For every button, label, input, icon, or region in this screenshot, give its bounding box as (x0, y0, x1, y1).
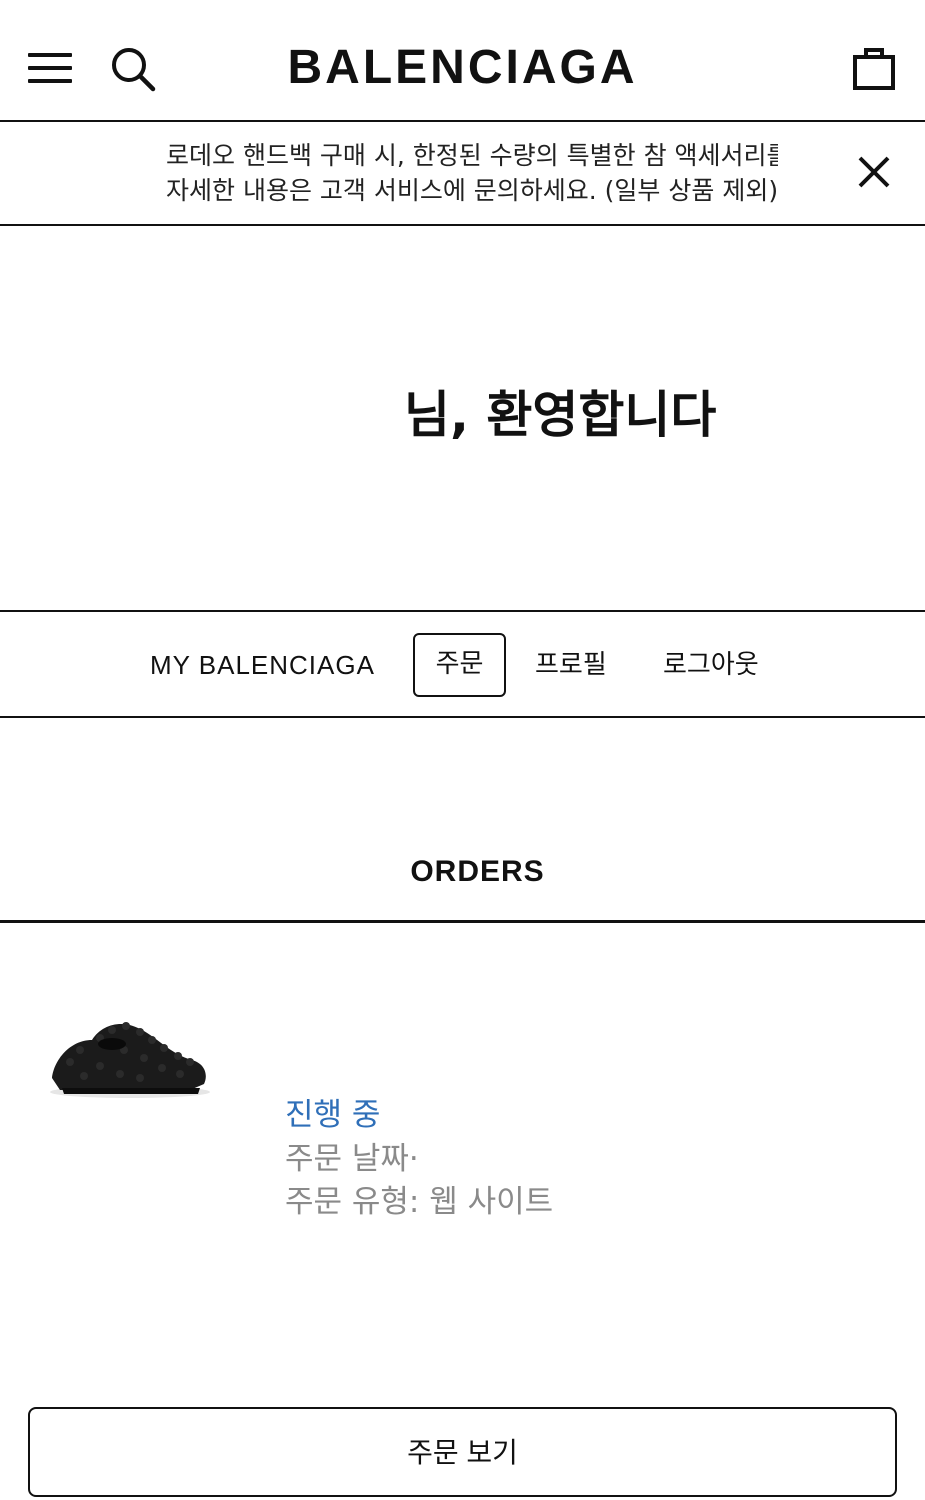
my-balenciaga-label[interactable]: MY BALENCIAGA (150, 646, 375, 684)
welcome-heading: 님, 환영합니다 (404, 386, 717, 444)
promo-line-1: 로데오 핸드백 구매 시, 한정된 수량의 특별한 참 액세서리를 (166, 141, 778, 170)
close-icon[interactable] (856, 154, 892, 190)
order-status: 진행 중 (285, 1097, 381, 1133)
tab-logout[interactable]: 로그아웃 (663, 646, 759, 684)
top-header: BALENCIAGA (0, 0, 925, 122)
promo-banner: 로데오 핸드백 구매 시, 한정된 수량의 특별한 참 액세서리를 자세한 내용… (0, 122, 925, 226)
view-order-button[interactable]: 주문 보기 (28, 1407, 897, 1497)
promo-line-2: 자세한 내용은 고객 서비스에 문의하세요. (일부 상품 제외) (166, 176, 778, 205)
shopping-bag-icon[interactable] (850, 44, 898, 92)
orders-divider (0, 920, 925, 923)
tab-profile[interactable]: 프로필 (535, 646, 607, 684)
brand-logo[interactable]: BALENCIAGA (0, 42, 925, 94)
orders-title: ORDERS (410, 855, 545, 888)
account-nav: MY BALENCIAGA 주문 프로필 로그아웃 (0, 610, 925, 718)
order-date: 주문 날짜· (285, 1141, 419, 1177)
promo-text: 로데오 핸드백 구매 시, 한정된 수량의 특별한 참 액세서리를 자세한 내용… (166, 138, 778, 208)
product-thumbnail[interactable] (40, 1010, 215, 1100)
tab-orders[interactable]: 주문 (413, 633, 506, 697)
order-type: 주문 유형: 웹 사이트 (285, 1184, 554, 1220)
